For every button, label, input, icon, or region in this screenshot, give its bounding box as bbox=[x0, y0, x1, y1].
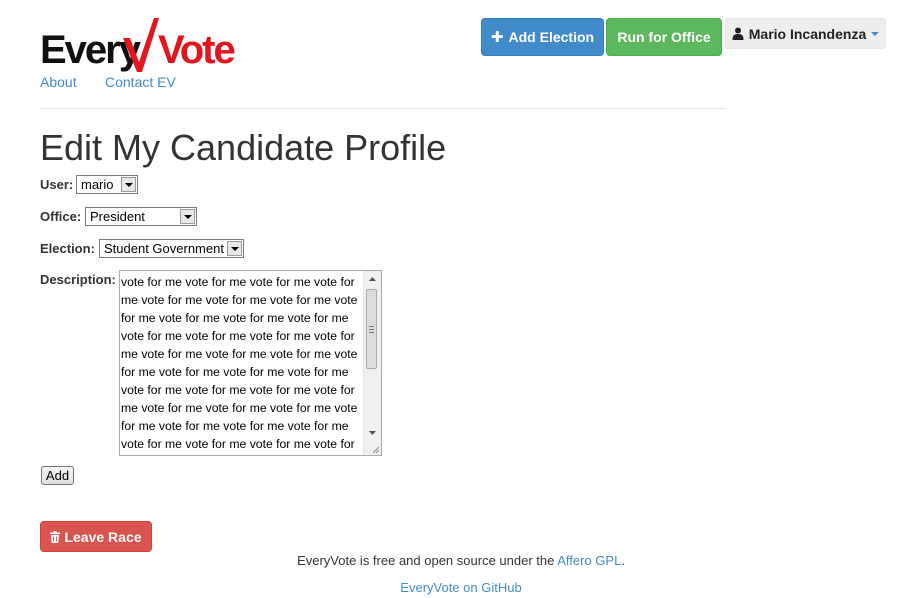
description-textarea[interactable]: vote for me vote for me vote for me vote… bbox=[119, 270, 382, 456]
user-icon bbox=[732, 27, 744, 40]
scroll-up-arrow-icon[interactable] bbox=[364, 271, 380, 287]
election-label: Election: bbox=[40, 241, 95, 256]
election-select-value: Student Government bbox=[104, 241, 224, 256]
run-for-office-label: Run for Office bbox=[617, 29, 711, 45]
description-label: Description: bbox=[40, 272, 116, 287]
user-label: User: bbox=[40, 177, 74, 192]
leave-race-label: Leave Race bbox=[64, 528, 142, 545]
office-select[interactable]: President bbox=[85, 207, 197, 226]
nav-about-link[interactable]: About bbox=[40, 74, 77, 90]
nav-contact-link[interactable]: Contact EV bbox=[105, 74, 176, 90]
dropdown-arrow-icon bbox=[227, 241, 242, 256]
leave-race-button[interactable]: Leave Race bbox=[40, 521, 152, 552]
dropdown-arrow-icon bbox=[180, 209, 195, 224]
github-link[interactable]: EveryVote on GitHub bbox=[400, 580, 521, 595]
footer-github: EveryVote on GitHub bbox=[0, 580, 922, 595]
description-text: vote for me vote for me vote for me vote… bbox=[121, 275, 358, 451]
footer-license: EveryVote is free and open source under … bbox=[0, 553, 922, 568]
add-election-button[interactable]: ✚ Add Election bbox=[481, 18, 604, 56]
election-select[interactable]: Student Government bbox=[99, 239, 244, 258]
page-title: Edit My Candidate Profile bbox=[40, 127, 447, 168]
trash-icon bbox=[50, 530, 61, 543]
dropdown-arrow-icon bbox=[121, 177, 136, 192]
plus-icon: ✚ bbox=[490, 29, 504, 46]
user-select-value: mario bbox=[81, 177, 114, 192]
user-menu-label: Mario Incandenza bbox=[748, 25, 867, 42]
grip-icon bbox=[369, 325, 374, 333]
office-select-value: President bbox=[90, 209, 145, 224]
scrollbar-thumb[interactable] bbox=[366, 289, 377, 369]
scroll-down-arrow-icon[interactable] bbox=[364, 425, 380, 441]
resize-handle-icon[interactable] bbox=[370, 444, 380, 454]
header-divider bbox=[40, 108, 726, 109]
add-button[interactable]: Add bbox=[41, 466, 74, 485]
logo-text-vote: Vote bbox=[158, 28, 236, 72]
footer-license-text: EveryVote is free and open source under … bbox=[297, 553, 558, 568]
office-label: Office: bbox=[40, 209, 82, 224]
user-select[interactable]: mario bbox=[76, 175, 138, 194]
affero-gpl-link[interactable]: Affero GPL bbox=[557, 553, 621, 568]
user-menu-button[interactable]: Mario Incandenza bbox=[725, 18, 886, 49]
run-for-office-button[interactable]: Run for Office bbox=[606, 18, 722, 56]
description-scrollbar[interactable] bbox=[363, 271, 381, 455]
footer-period: . bbox=[621, 553, 625, 568]
add-election-label: Add Election bbox=[508, 29, 595, 45]
logo-check-icon bbox=[123, 18, 159, 72]
chevron-down-icon bbox=[871, 31, 880, 36]
